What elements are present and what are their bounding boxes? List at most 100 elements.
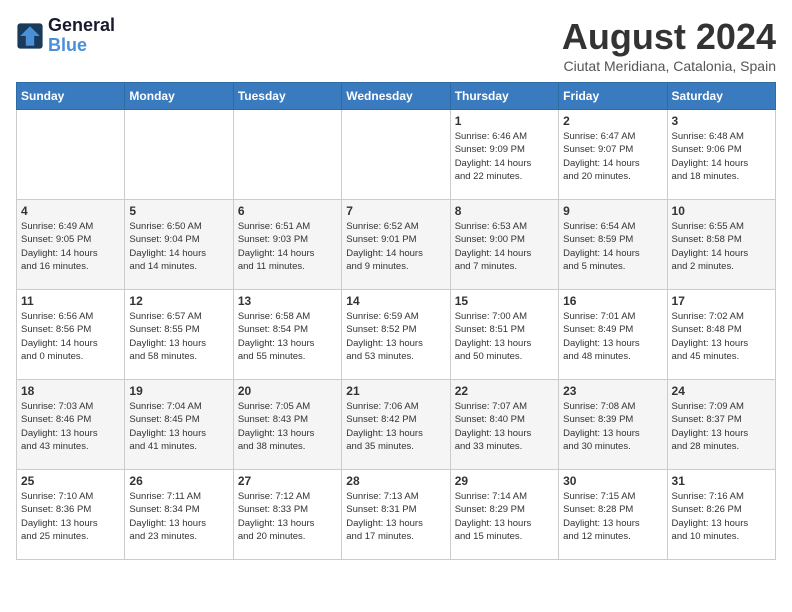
day-info: Sunrise: 7:09 AMSunset: 8:37 PMDaylight:… (672, 400, 771, 453)
day-info: Sunrise: 6:56 AMSunset: 8:56 PMDaylight:… (21, 310, 120, 363)
day-info: Sunrise: 6:53 AMSunset: 9:00 PMDaylight:… (455, 220, 554, 273)
day-number: 15 (455, 294, 554, 308)
calendar-week-row: 18Sunrise: 7:03 AMSunset: 8:46 PMDayligh… (17, 380, 776, 470)
calendar-day-cell: 12Sunrise: 6:57 AMSunset: 8:55 PMDayligh… (125, 290, 233, 380)
day-info: Sunrise: 7:15 AMSunset: 8:28 PMDaylight:… (563, 490, 662, 543)
day-number: 26 (129, 474, 228, 488)
calendar-body: 1 Sunrise: 6:46 AMSunset: 9:09 PMDaylight… (17, 110, 776, 560)
day-info: Sunrise: 7:07 AMSunset: 8:40 PMDaylight:… (455, 400, 554, 453)
calendar-day-cell: 25Sunrise: 7:10 AMSunset: 8:36 PMDayligh… (17, 470, 125, 560)
day-info: Sunrise: 7:00 AMSunset: 8:51 PMDaylight:… (455, 310, 554, 363)
day-info: Sunrise: 7:11 AMSunset: 8:34 PMDaylight:… (129, 490, 228, 543)
day-info: Sunrise: 6:46 AMSunset: 9:09 PMDaylight:… (455, 130, 554, 183)
calendar-day-cell (125, 110, 233, 200)
calendar-day-cell: 2 Sunrise: 6:47 AMSunset: 9:07 PMDaylight… (559, 110, 667, 200)
calendar-week-row: 1 Sunrise: 6:46 AMSunset: 9:09 PMDaylight… (17, 110, 776, 200)
day-number: 23 (563, 384, 662, 398)
logo: General Blue (16, 16, 115, 56)
day-info: Sunrise: 7:14 AMSunset: 8:29 PMDaylight:… (455, 490, 554, 543)
day-info: Sunrise: 7:03 AMSunset: 8:46 PMDaylight:… (21, 400, 120, 453)
day-info: Sunrise: 6:58 AMSunset: 8:54 PMDaylight:… (238, 310, 337, 363)
day-number: 29 (455, 474, 554, 488)
calendar-day-cell (233, 110, 341, 200)
day-info: Sunrise: 7:12 AMSunset: 8:33 PMDaylight:… (238, 490, 337, 543)
calendar-header-cell: Monday (125, 83, 233, 110)
day-info: Sunrise: 6:48 AMSunset: 9:06 PMDaylight:… (672, 130, 771, 183)
calendar-day-cell: 21 Sunrise: 7:06 AMSunset: 8:42 PMDayligh… (342, 380, 450, 470)
calendar-day-cell: 5 Sunrise: 6:50 AMSunset: 9:04 PMDaylight… (125, 200, 233, 290)
calendar-day-cell: 24Sunrise: 7:09 AMSunset: 8:37 PMDayligh… (667, 380, 775, 470)
calendar-day-cell: 4 Sunrise: 6:49 AMSunset: 9:05 PMDaylight… (17, 200, 125, 290)
day-number: 2 (563, 114, 662, 128)
title-block: August 2024 Ciutat Meridiana, Catalonia,… (562, 16, 776, 74)
calendar-day-cell: 10 Sunrise: 6:55 AMSunset: 8:58 PMDayligh… (667, 200, 775, 290)
day-number: 22 (455, 384, 554, 398)
calendar-header-cell: Friday (559, 83, 667, 110)
day-info: Sunrise: 7:06 AMSunset: 8:42 PMDaylight:… (346, 400, 445, 453)
calendar-header-cell: Saturday (667, 83, 775, 110)
day-number: 25 (21, 474, 120, 488)
day-info: Sunrise: 7:01 AMSunset: 8:49 PMDaylight:… (563, 310, 662, 363)
day-info: Sunrise: 6:49 AMSunset: 9:05 PMDaylight:… (21, 220, 120, 273)
calendar-header-row: SundayMondayTuesdayWednesdayThursdayFrid… (17, 83, 776, 110)
day-number: 27 (238, 474, 337, 488)
calendar-header-cell: Sunday (17, 83, 125, 110)
calendar-day-cell: 11 Sunrise: 6:56 AMSunset: 8:56 PMDayligh… (17, 290, 125, 380)
day-info: Sunrise: 6:55 AMSunset: 8:58 PMDaylight:… (672, 220, 771, 273)
day-info: Sunrise: 6:50 AMSunset: 9:04 PMDaylight:… (129, 220, 228, 273)
day-info: Sunrise: 7:16 AMSunset: 8:26 PMDaylight:… (672, 490, 771, 543)
day-info: Sunrise: 7:05 AMSunset: 8:43 PMDaylight:… (238, 400, 337, 453)
calendar-day-cell: 30 Sunrise: 7:15 AMSunset: 8:28 PMDayligh… (559, 470, 667, 560)
day-number: 8 (455, 204, 554, 218)
day-info: Sunrise: 6:54 AMSunset: 8:59 PMDaylight:… (563, 220, 662, 273)
calendar-day-cell: 19Sunrise: 7:04 AMSunset: 8:45 PMDayligh… (125, 380, 233, 470)
calendar-day-cell: 1 Sunrise: 6:46 AMSunset: 9:09 PMDaylight… (450, 110, 558, 200)
calendar-day-cell: 23 Sunrise: 7:08 AMSunset: 8:39 PMDayligh… (559, 380, 667, 470)
calendar-day-cell (342, 110, 450, 200)
month-title: August 2024 (562, 16, 776, 58)
day-info: Sunrise: 6:52 AMSunset: 9:01 PMDaylight:… (346, 220, 445, 273)
calendar-day-cell: 28Sunrise: 7:13 AMSunset: 8:31 PMDayligh… (342, 470, 450, 560)
day-number: 1 (455, 114, 554, 128)
day-number: 21 (346, 384, 445, 398)
calendar-day-cell: 27 Sunrise: 7:12 AMSunset: 8:33 PMDayligh… (233, 470, 341, 560)
calendar-day-cell: 3 Sunrise: 6:48 AMSunset: 9:06 PMDaylight… (667, 110, 775, 200)
calendar-week-row: 11 Sunrise: 6:56 AMSunset: 8:56 PMDayligh… (17, 290, 776, 380)
calendar-table: SundayMondayTuesdayWednesdayThursdayFrid… (16, 82, 776, 560)
calendar-day-cell: 14 Sunrise: 6:59 AMSunset: 8:52 PMDayligh… (342, 290, 450, 380)
calendar-day-cell (17, 110, 125, 200)
day-number: 31 (672, 474, 771, 488)
calendar-week-row: 4 Sunrise: 6:49 AMSunset: 9:05 PMDaylight… (17, 200, 776, 290)
calendar-day-cell: 8 Sunrise: 6:53 AMSunset: 9:00 PMDaylight… (450, 200, 558, 290)
day-number: 9 (563, 204, 662, 218)
calendar-day-cell: 7Sunrise: 6:52 AMSunset: 9:01 PMDaylight… (342, 200, 450, 290)
day-number: 10 (672, 204, 771, 218)
day-number: 6 (238, 204, 337, 218)
page-header: General Blue August 2024 Ciutat Meridian… (16, 16, 776, 74)
day-info: Sunrise: 7:08 AMSunset: 8:39 PMDaylight:… (563, 400, 662, 453)
logo-line2: Blue (48, 35, 87, 55)
logo-line1: General (48, 16, 115, 36)
day-info: Sunrise: 7:02 AMSunset: 8:48 PMDaylight:… (672, 310, 771, 363)
calendar-day-cell: 15 Sunrise: 7:00 AMSunset: 8:51 PMDayligh… (450, 290, 558, 380)
day-number: 30 (563, 474, 662, 488)
day-number: 11 (21, 294, 120, 308)
calendar-day-cell: 20Sunrise: 7:05 AMSunset: 8:43 PMDayligh… (233, 380, 341, 470)
day-info: Sunrise: 6:57 AMSunset: 8:55 PMDaylight:… (129, 310, 228, 363)
day-number: 3 (672, 114, 771, 128)
day-number: 14 (346, 294, 445, 308)
day-info: Sunrise: 6:51 AMSunset: 9:03 PMDaylight:… (238, 220, 337, 273)
logo-icon (16, 22, 44, 50)
calendar-header-cell: Tuesday (233, 83, 341, 110)
calendar-day-cell: 9 Sunrise: 6:54 AMSunset: 8:59 PMDaylight… (559, 200, 667, 290)
day-info: Sunrise: 7:04 AMSunset: 8:45 PMDaylight:… (129, 400, 228, 453)
location: Ciutat Meridiana, Catalonia, Spain (562, 58, 776, 74)
day-info: Sunrise: 6:47 AMSunset: 9:07 PMDaylight:… (563, 130, 662, 183)
day-number: 16 (563, 294, 662, 308)
day-number: 4 (21, 204, 120, 218)
calendar-day-cell: 13Sunrise: 6:58 AMSunset: 8:54 PMDayligh… (233, 290, 341, 380)
day-number: 5 (129, 204, 228, 218)
day-info: Sunrise: 6:59 AMSunset: 8:52 PMDaylight:… (346, 310, 445, 363)
day-info: Sunrise: 7:13 AMSunset: 8:31 PMDaylight:… (346, 490, 445, 543)
calendar-day-cell: 29 Sunrise: 7:14 AMSunset: 8:29 PMDayligh… (450, 470, 558, 560)
